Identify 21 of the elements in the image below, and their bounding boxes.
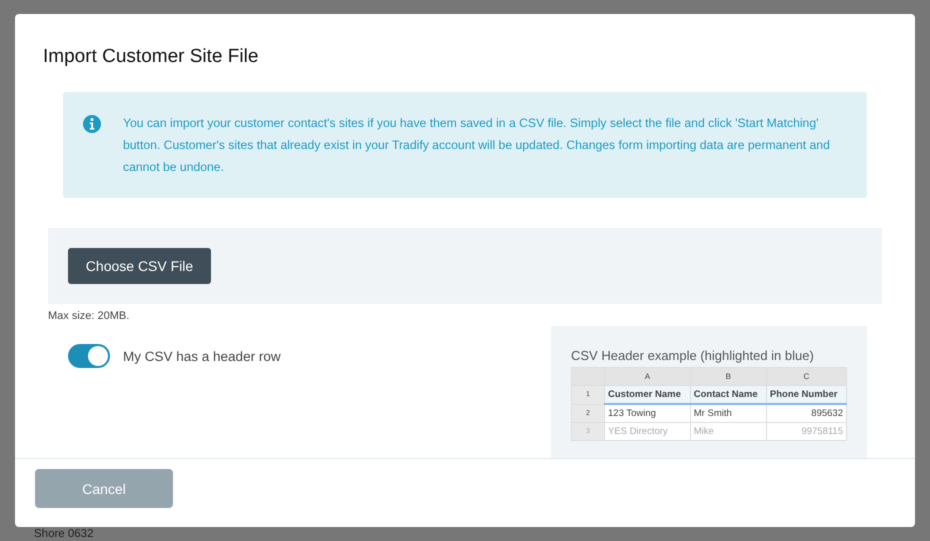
table-cell: Phone Number (766, 386, 846, 404)
table-cell: Contact Name (690, 386, 766, 404)
example-title: CSV Header example (highlighted in blue) (571, 348, 815, 363)
table-cell: Customer Name (604, 386, 690, 404)
table-cell: YES Directory (604, 422, 690, 440)
choose-file-button[interactable]: Choose CSV File (68, 248, 211, 284)
table-cell: 123 Towing (604, 404, 690, 422)
max-size-text: Max size: 20MB. (48, 310, 130, 322)
table-cell: 895632 (766, 404, 846, 422)
column-header: A (604, 368, 690, 386)
background-text: Shore 0632 (34, 528, 94, 541)
header-row-toggle[interactable] (68, 344, 110, 368)
dialog-title: Import Customer Site File (43, 46, 260, 68)
table-cell: Mr Smith (690, 404, 766, 422)
column-header: C (766, 368, 846, 386)
table-cell: Mike (690, 422, 766, 440)
table-cell: 99758115 (766, 422, 846, 440)
column-header: B (690, 368, 766, 386)
toggle-label: My CSV has a header row (123, 348, 281, 364)
info-icon (83, 115, 101, 133)
info-text: You can import your customer contact's sites if you have them saved in a CSV file. Simply select the file and click 'Start Matching' button. Customer's sites that already exist in your Tradify account will be updated. Changes form importing data are permanent and cannot be undone. (123, 115, 831, 176)
